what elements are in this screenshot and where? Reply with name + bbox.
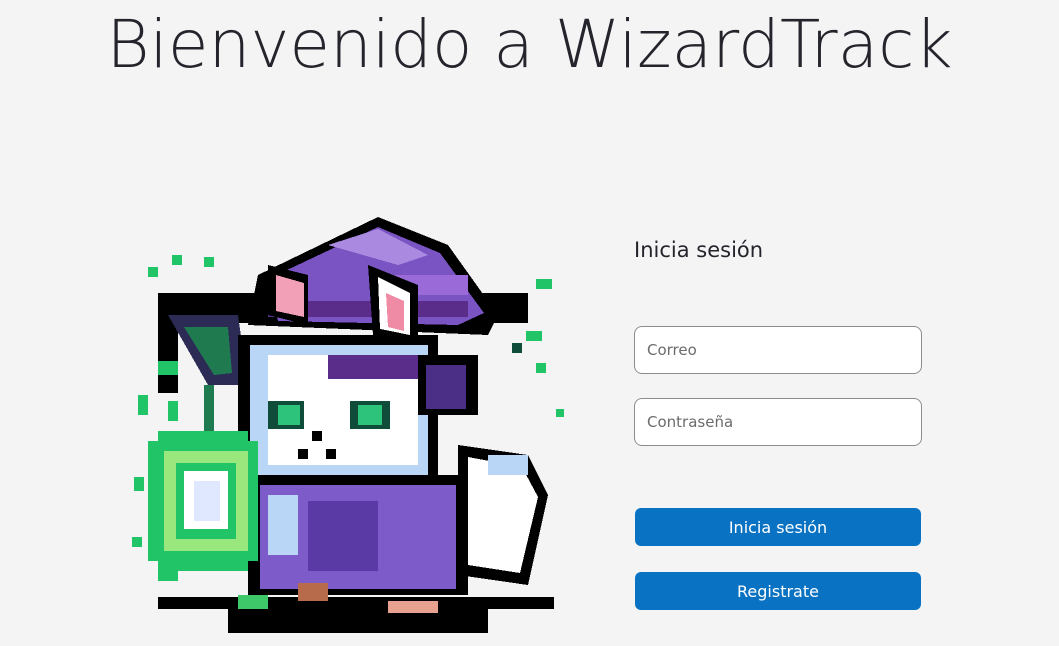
login-button[interactable]: Inicia sesión bbox=[635, 508, 921, 546]
login-heading: Inicia sesión bbox=[634, 238, 764, 262]
register-button[interactable]: Registrate bbox=[635, 572, 921, 610]
password-field[interactable] bbox=[634, 398, 922, 446]
email-field[interactable] bbox=[634, 326, 922, 374]
page-title: Bienvenido a WizardTrack bbox=[106, 6, 953, 83]
login-page: Bienvenido a WizardTrack Inicia sesión C… bbox=[0, 0, 1059, 646]
pixel-wizard-cat-icon bbox=[128, 205, 568, 637]
